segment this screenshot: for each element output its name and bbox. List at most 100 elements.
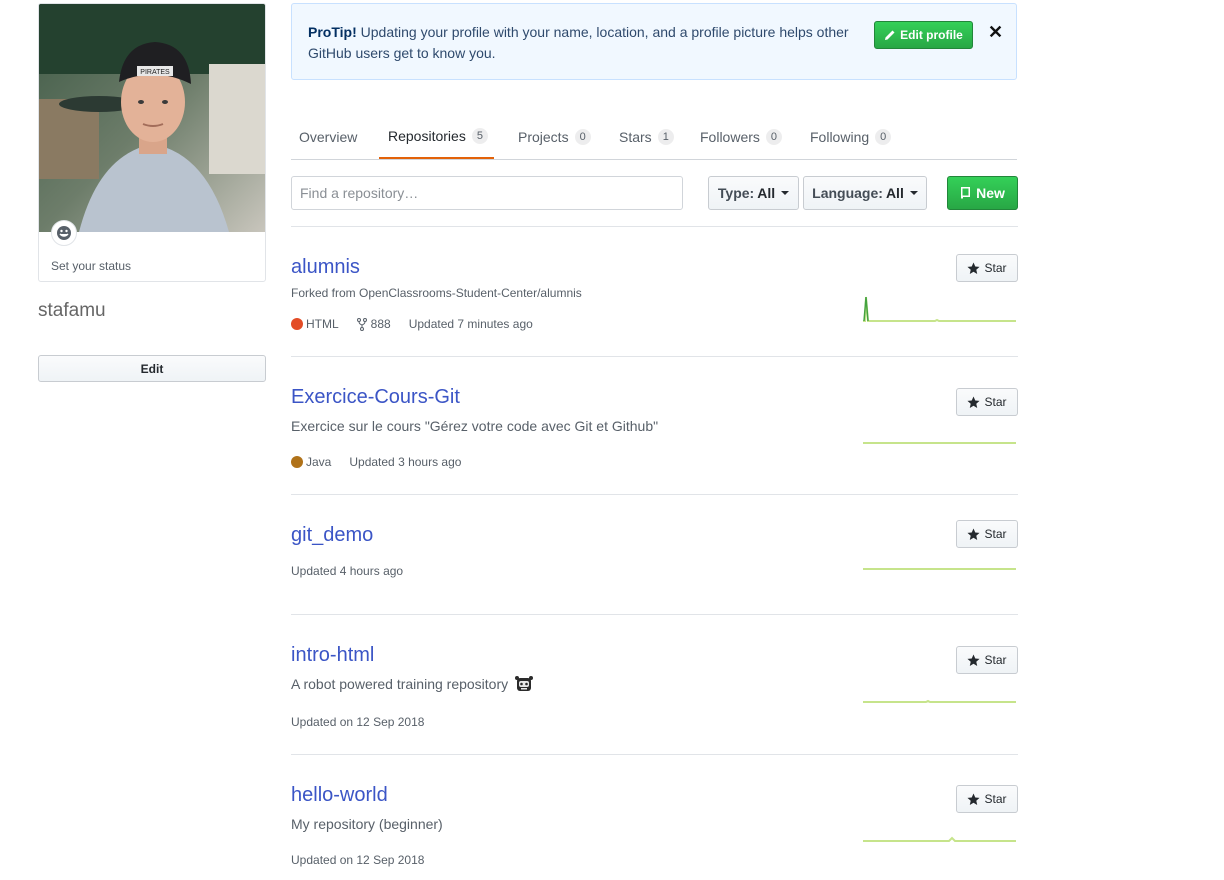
list-divider <box>291 754 1018 755</box>
repo-forks-link[interactable]: 888 <box>356 317 391 331</box>
language-label: HTML <box>306 317 339 331</box>
repo-language: HTML <box>291 317 339 331</box>
list-divider <box>291 356 1018 357</box>
star-label: Star <box>984 261 1007 275</box>
tab-projects[interactable]: Projects 0 <box>518 115 591 159</box>
activity-sparkline <box>863 442 1016 444</box>
tab-counter: 1 <box>657 129 674 145</box>
activity-sparkline <box>863 699 1016 703</box>
caret-down-icon <box>781 191 790 195</box>
star-button[interactable]: Star <box>956 646 1018 674</box>
star-icon <box>967 261 981 274</box>
repo-icon <box>961 187 971 199</box>
repo-name-link[interactable]: hello-world <box>291 784 388 807</box>
protip-edit-profile-button[interactable]: Edit profile <box>874 21 973 49</box>
tab-repositories[interactable]: Repositories 5 <box>379 115 494 159</box>
repo-list-item: Exercice-Cours-Git Exercice sur le cours… <box>291 386 1018 494</box>
repo-list-item: alumnis Forked from OpenClassrooms-Stude… <box>291 254 1018 356</box>
repo-list-item: git_demo Updated 4 hours ago Star <box>291 520 1018 614</box>
repo-meta: Updated on 12 Sep 2018 <box>291 853 442 867</box>
tab-label: Repositories <box>388 128 466 144</box>
language-color-dot <box>291 456 303 468</box>
pencil-icon <box>885 30 895 40</box>
fork-icon <box>356 317 367 331</box>
repo-language: Java <box>291 455 331 469</box>
new-repo-label: New <box>976 185 1005 201</box>
language-color-dot <box>291 318 303 330</box>
tab-label: Followers <box>700 129 760 145</box>
activity-sparkline <box>863 296 1016 322</box>
activity-sparkline <box>863 836 1016 842</box>
tab-counter: 0 <box>574 129 591 145</box>
repo-name-link[interactable]: intro-html <box>291 644 374 667</box>
tab-followers[interactable]: Followers 0 <box>700 115 783 159</box>
repo-meta: HTML 888 Updated 7 minutes ago <box>291 317 551 331</box>
type-filter-label: Type: <box>717 185 755 201</box>
star-label: Star <box>984 792 1007 806</box>
smiley-icon <box>57 226 71 240</box>
description-text: A robot powered training repository <box>291 676 509 692</box>
star-icon <box>967 527 981 540</box>
star-label: Star <box>984 395 1007 409</box>
profile-card: PIRATES Set your status <box>38 3 266 282</box>
language-filter-value: All <box>885 185 904 201</box>
description-text: My repository (beginner) <box>291 816 443 832</box>
star-button[interactable]: Star <box>956 254 1018 282</box>
tab-label: Stars <box>619 129 652 145</box>
caret-down-icon <box>909 191 918 195</box>
protip-message: Updating your profile with your name, lo… <box>308 24 849 61</box>
repo-fork-source: Forked from OpenClassrooms-Student-Cente… <box>291 286 582 300</box>
tab-label: Overview <box>299 129 358 145</box>
language-filter-label: Language: <box>812 185 883 201</box>
star-label: Star <box>984 527 1007 541</box>
repo-meta: Java Updated 3 hours ago <box>291 455 479 469</box>
tab-following[interactable]: Following 0 <box>810 115 892 159</box>
protip-text: ProTip! Updating your profile with your … <box>308 22 868 64</box>
repo-list-item: hello-world My repository (beginner) Upd… <box>291 784 1018 880</box>
repo-description: A robot powered training repository <box>291 674 534 694</box>
repo-name-link[interactable]: alumnis <box>291 256 360 279</box>
protip-banner: ProTip! Updating your profile with your … <box>291 3 1017 80</box>
edit-profile-button[interactable]: Edit <box>38 355 266 382</box>
repo-name-link[interactable]: git_demo <box>291 524 373 547</box>
tab-overview[interactable]: Overview <box>299 115 357 159</box>
activity-sparkline <box>863 568 1016 570</box>
tab-counter: 5 <box>471 128 488 144</box>
new-repo-button[interactable]: New <box>947 176 1018 210</box>
username: stafamu <box>38 300 106 321</box>
star-icon <box>967 395 981 408</box>
tab-counter: 0 <box>875 129 892 145</box>
repo-updated: Updated on 12 Sep 2018 <box>291 715 425 729</box>
language-filter-select[interactable]: Language: All <box>803 176 927 210</box>
repo-updated: Updated on 12 Sep 2018 <box>291 853 425 867</box>
repo-search-input[interactable] <box>291 176 683 210</box>
type-filter-value: All <box>757 185 776 201</box>
star-button[interactable]: Star <box>956 785 1018 813</box>
robot-icon <box>515 676 534 691</box>
profile-tabs: Overview Repositories 5 Projects 0 Stars… <box>291 115 1017 160</box>
set-status-link[interactable]: Set your status <box>51 259 131 273</box>
star-icon <box>967 792 981 805</box>
repo-meta: Updated 4 hours ago <box>291 564 421 578</box>
protip-bold: ProTip! <box>308 24 357 40</box>
language-label: Java <box>306 455 332 469</box>
star-button[interactable]: Star <box>956 520 1018 548</box>
tab-label: Following <box>810 129 870 145</box>
repo-description: My repository (beginner) <box>291 816 443 832</box>
status-emoji-button[interactable] <box>51 220 77 246</box>
close-icon[interactable]: ✕ <box>988 22 1003 42</box>
star-label: Star <box>984 653 1007 667</box>
repo-updated: Updated 4 hours ago <box>291 564 404 578</box>
forks-count: 888 <box>370 317 391 331</box>
tab-counter: 0 <box>765 129 783 145</box>
cap-logo: PIRATES <box>140 69 170 76</box>
repo-updated: Updated 7 minutes ago <box>408 317 533 331</box>
repo-name-link[interactable]: Exercice-Cours-Git <box>291 386 460 409</box>
tab-stars[interactable]: Stars 1 <box>619 115 674 159</box>
type-filter-select[interactable]: Type: All <box>708 176 799 210</box>
tab-label: Projects <box>518 129 569 145</box>
avatar[interactable]: PIRATES <box>39 4 266 232</box>
star-button[interactable]: Star <box>956 388 1018 416</box>
repo-list-item: intro-html A robot powered training repo… <box>291 644 1018 754</box>
repo-description: Exercice sur le cours "Gérez votre code … <box>291 418 658 434</box>
